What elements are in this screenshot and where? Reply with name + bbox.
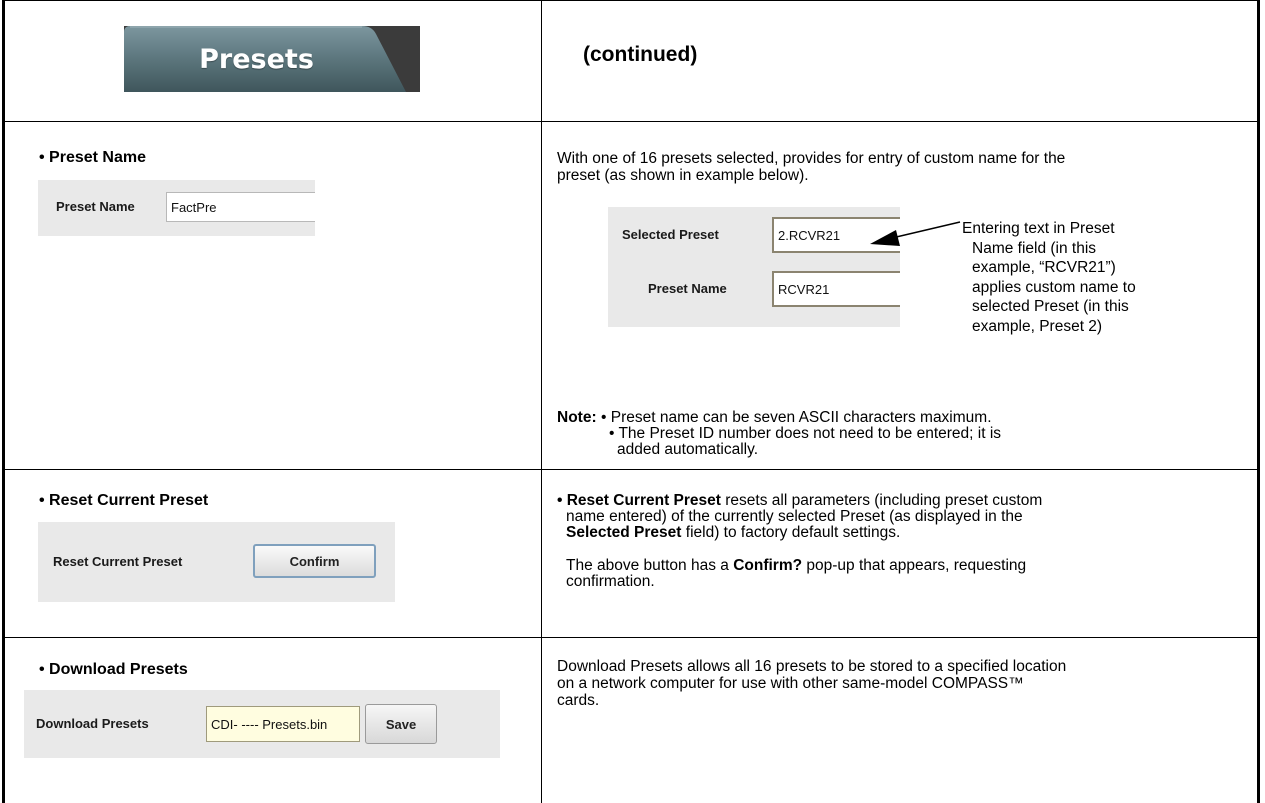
- preset-name-label: Preset Name: [56, 199, 135, 214]
- download-heading: • Download Presets: [39, 661, 188, 678]
- note-1: • Preset name can be seven ASCII charact…: [601, 409, 992, 426]
- reset-heading: • Reset Current Preset: [39, 492, 209, 509]
- note-2b: added automatically.: [617, 441, 759, 458]
- reset-label: Reset Current Preset: [53, 554, 183, 569]
- reset-desc-rest: resets all parameters (including preset …: [720, 492, 1043, 509]
- download-panel: Download Presets CDI- ---- Presets.bin S…: [24, 690, 500, 758]
- callout-line: applies custom name to: [972, 278, 1136, 296]
- preset-name-panel: Preset Name FactPre: [38, 180, 315, 236]
- callout-arrow: [870, 221, 961, 246]
- reset-desc-3: Selected Preset field) to factory defaul…: [566, 524, 900, 541]
- reset-desc-2: name entered) of the currently selected …: [566, 508, 1023, 525]
- row-divider: [5, 121, 1257, 122]
- preset-name-desc-2: preset (as shown in example below).: [557, 167, 809, 184]
- preset-name-desc-1: With one of 16 presets selected, provide…: [557, 150, 1066, 167]
- reset-desc-3-rest: field) to factory default settings.: [681, 524, 901, 541]
- table-border-top: [5, 0, 1257, 1]
- preset-name-heading: • Preset Name: [39, 149, 146, 166]
- note-2a: • The Preset ID number does not need to …: [609, 425, 1002, 442]
- download-desc-1: Download Presets allows all 16 presets t…: [557, 658, 1067, 675]
- reset-desc-bold: • Reset Current Preset: [557, 492, 721, 509]
- reset-panel: Reset Current Preset Confirm: [38, 522, 395, 602]
- download-desc-3: cards.: [557, 692, 600, 709]
- callout-line: Entering text in Preset: [962, 220, 1115, 237]
- continued-heading: (continued): [583, 43, 698, 66]
- selected-preset-bold: Selected Preset: [566, 524, 682, 541]
- callout-line: selected Preset (in this: [972, 298, 1129, 315]
- download-desc-2: on a network computer for use with other…: [557, 675, 1024, 692]
- reset-desc-1: • Reset Current Preset resets all parame…: [557, 492, 1042, 509]
- row-divider: [5, 469, 1257, 470]
- presets-tab: Presets: [124, 26, 420, 92]
- preset-example-panel: Selected Preset 2.RCVR21 Preset Name RCV…: [608, 207, 900, 327]
- confirm-bold: Confirm?: [733, 557, 803, 574]
- tab-title: Presets: [199, 43, 314, 75]
- callout-line: example, “RCVR21”): [972, 259, 1116, 276]
- preset-name-example-field[interactable]: RCVR21: [772, 271, 900, 307]
- reset-desc-4-pre: The above button has a: [566, 557, 734, 574]
- reset-desc-4: The above button has a Confirm? pop-up t…: [566, 557, 1026, 574]
- selected-preset-label: Selected Preset: [622, 227, 719, 242]
- callout-line: Name field (in this: [972, 239, 1097, 257]
- callout-line: example, Preset 2): [972, 317, 1103, 335]
- preset-name-example-label: Preset Name: [648, 281, 727, 296]
- note-prefix: Note:: [557, 409, 597, 426]
- callout-text: Entering text in Preset Name field (in t…: [962, 219, 1147, 336]
- save-button[interactable]: Save: [365, 704, 437, 744]
- row-divider: [5, 637, 1257, 638]
- download-filename-field[interactable]: CDI- ---- Presets.bin: [206, 706, 360, 742]
- confirm-button[interactable]: Confirm: [253, 544, 376, 578]
- download-label: Download Presets: [36, 716, 149, 731]
- reset-desc-4-post: pop-up that appears, requesting: [802, 557, 1027, 574]
- reset-desc-5: confirmation.: [566, 573, 655, 590]
- preset-name-input[interactable]: FactPre: [166, 192, 315, 222]
- column-divider: [541, 0, 542, 803]
